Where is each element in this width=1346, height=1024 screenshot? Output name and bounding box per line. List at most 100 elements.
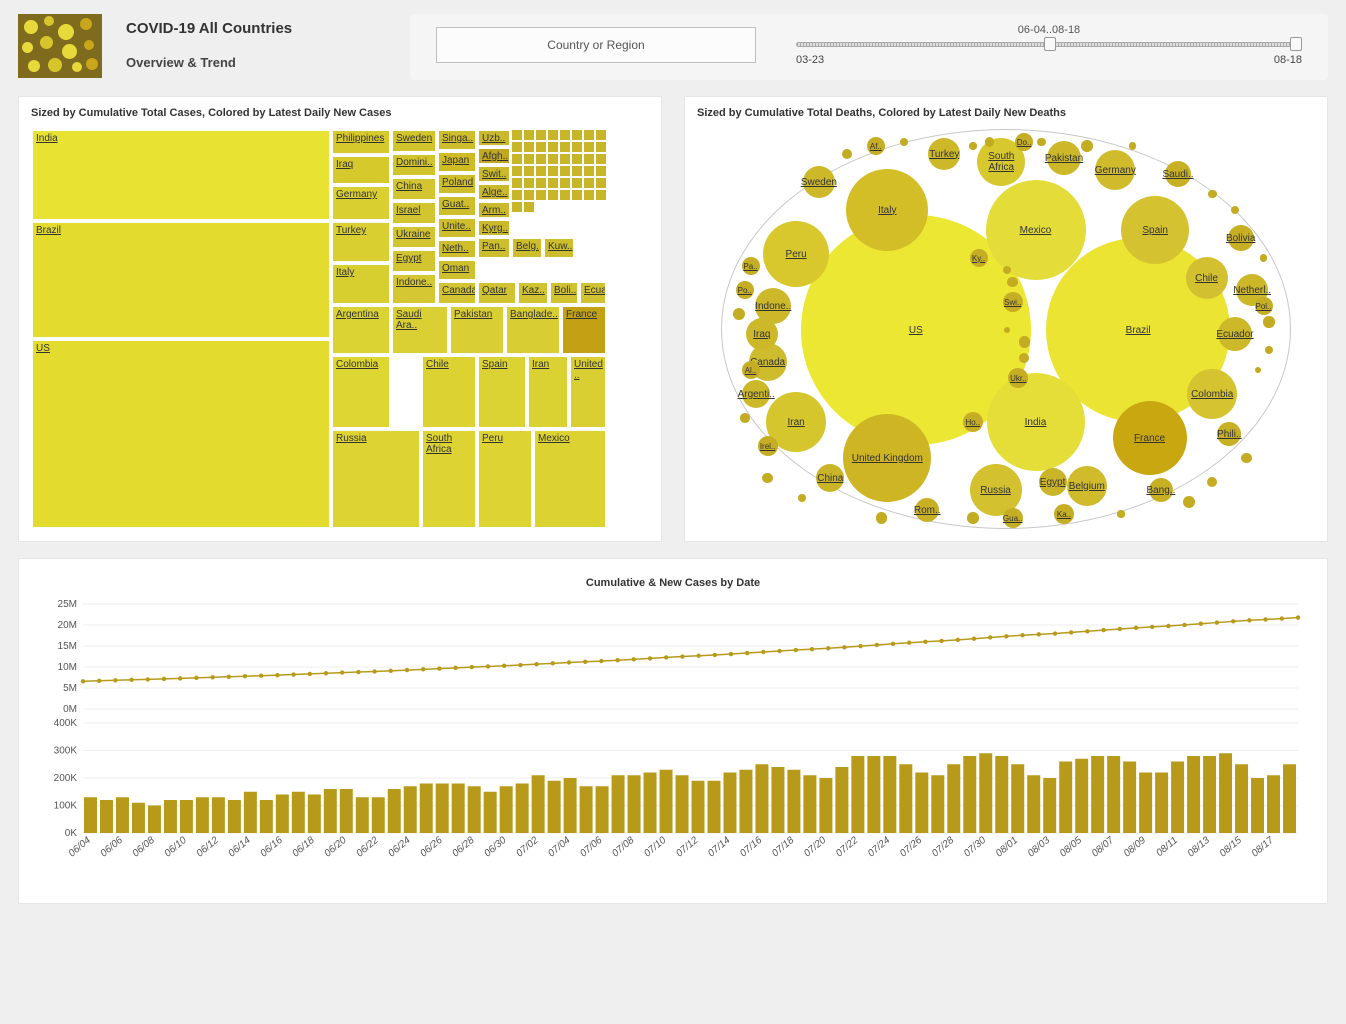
bubble-node-small[interactable]	[1260, 254, 1268, 262]
treemap-cell-small[interactable]	[571, 177, 583, 189]
treemap-cell-small[interactable]	[535, 129, 547, 141]
date-slider[interactable]: 06-04..08-18 03-23 08-18	[796, 24, 1302, 66]
bubble-node[interactable]: Ky..	[970, 249, 988, 267]
bubble-node[interactable]: Germany	[1095, 150, 1135, 190]
bubble-node-small[interactable]	[1019, 336, 1030, 347]
bubble-node[interactable]: Gua..	[1003, 508, 1023, 528]
treemap-cell-small[interactable]	[571, 141, 583, 153]
bubble-node[interactable]: France	[1113, 401, 1187, 475]
bubble-node-small[interactable]	[798, 494, 806, 502]
bubble-node[interactable]: Sweden	[803, 166, 835, 198]
treemap-cell[interactable]: Brazil	[31, 221, 331, 339]
treemap-cell[interactable]: Colombia	[331, 355, 391, 429]
treemap-cell-small[interactable]	[547, 141, 559, 153]
treemap-cell[interactable]: Arm..	[477, 201, 511, 219]
treemap-cell[interactable]: Egypt	[391, 249, 437, 273]
bubble-node-small[interactable]	[1007, 277, 1017, 287]
bubble-node[interactable]: Phili..	[1217, 422, 1241, 446]
treemap-cell-small[interactable]	[523, 165, 535, 177]
bubble-node-small[interactable]	[1207, 477, 1217, 487]
bubble-node-small[interactable]	[1183, 496, 1195, 508]
treemap-cell[interactable]: Kyrg..	[477, 219, 511, 237]
treemap-cell[interactable]: Unite..	[437, 217, 477, 239]
bubble-node[interactable]: Peru	[763, 221, 829, 287]
treemap-cell[interactable]: Swit..	[477, 165, 511, 183]
treemap-cell-small[interactable]	[547, 129, 559, 141]
treemap-cell[interactable]: South Africa	[421, 429, 477, 529]
treemap-cell[interactable]: Chile	[421, 355, 477, 429]
treemap-cell[interactable]: Ukraine	[391, 225, 437, 249]
treemap-cell[interactable]: Banglade..	[505, 305, 561, 355]
bubble-node-small[interactable]	[1019, 353, 1029, 363]
treemap-cell-small[interactable]	[571, 153, 583, 165]
treemap-cell-small[interactable]	[571, 189, 583, 201]
treemap-cell-small[interactable]	[559, 141, 571, 153]
bubble-node[interactable]: Irel..	[758, 436, 778, 456]
bubble-node-small[interactable]	[762, 473, 773, 484]
treemap-cell[interactable]: Afgh..	[477, 147, 511, 165]
treemap-cell[interactable]: Indone..	[391, 273, 437, 305]
treemap-cell-small[interactable]	[523, 141, 535, 153]
treemap-cell-small[interactable]	[523, 177, 535, 189]
bubble-node[interactable]: Rom..	[915, 498, 939, 522]
treemap-cell[interactable]: US	[31, 339, 331, 529]
bubble-node[interactable]: Ecuador	[1218, 317, 1252, 351]
treemap-cell-small[interactable]	[571, 165, 583, 177]
treemap-cell[interactable]: Peru	[477, 429, 533, 529]
treemap-cell[interactable]: Mexico	[533, 429, 607, 529]
treemap-cell[interactable]: Iraq	[331, 155, 391, 185]
treemap-cell[interactable]: Poland	[437, 173, 477, 195]
treemap-cell-small[interactable]	[535, 153, 547, 165]
bubble-node[interactable]: Argenti..	[742, 380, 770, 408]
slider-handle-start[interactable]	[1044, 37, 1056, 51]
bubble-node-small[interactable]	[1263, 316, 1274, 327]
treemap-cell[interactable]: Boli..	[549, 281, 579, 305]
treemap-cell[interactable]: Belg.	[511, 237, 543, 259]
treemap-cell[interactable]: Saudi Ara..	[391, 305, 449, 355]
bubble-node[interactable]: Pa..	[742, 257, 760, 275]
treemap-cell-small[interactable]	[583, 129, 595, 141]
treemap-cell[interactable]: Domini..	[391, 153, 437, 177]
bubble-node-small[interactable]	[1208, 190, 1217, 199]
treemap-cell-small[interactable]	[595, 165, 607, 177]
bubble-node-small[interactable]	[1231, 206, 1240, 215]
bubble-node[interactable]: Pakistan	[1047, 141, 1081, 175]
treemap-cell[interactable]: Italy	[331, 263, 391, 305]
bubble-node[interactable]: Belgium	[1067, 466, 1107, 506]
bubble-node[interactable]: Ho..	[963, 412, 983, 432]
treemap-cell[interactable]: Japan	[437, 151, 477, 173]
treemap-cell[interactable]: Spain	[477, 355, 527, 429]
bubble-node[interactable]: Italy	[846, 169, 928, 251]
treemap-cell-small[interactable]	[523, 153, 535, 165]
bubble-node[interactable]: Bolivia	[1228, 225, 1254, 251]
treemap-cell-small[interactable]	[583, 165, 595, 177]
treemap-cell[interactable]: Israel	[391, 201, 437, 225]
treemap-chart[interactable]: IndiaBrazilUSPhilippinesIraqGermanyTurke…	[31, 129, 607, 529]
bubble-node[interactable]: India	[987, 373, 1085, 471]
treemap-cell[interactable]: France	[561, 305, 607, 355]
bubble-node[interactable]: Mexico	[986, 180, 1086, 280]
bubble-node-small[interactable]	[967, 512, 979, 524]
treemap-cell[interactable]: Argentina	[331, 305, 391, 355]
bubble-node[interactable]: Spain	[1121, 196, 1189, 264]
bubble-node-small[interactable]	[1255, 367, 1261, 373]
treemap-cell-small[interactable]	[511, 189, 523, 201]
treemap-cell-small[interactable]	[523, 129, 535, 141]
treemap-cell-small[interactable]	[559, 177, 571, 189]
bubble-node[interactable]: Chile	[1186, 257, 1228, 299]
bubble-node[interactable]: Pol..	[1255, 297, 1273, 315]
bubble-node[interactable]: Saudi..	[1165, 161, 1191, 187]
treemap-cell-small[interactable]	[511, 201, 523, 213]
treemap-cell-small[interactable]	[583, 141, 595, 153]
treemap-cell-small[interactable]	[559, 189, 571, 201]
bubble-node-small[interactable]	[740, 413, 750, 423]
treemap-cell[interactable]: Canada	[437, 281, 477, 305]
treemap-cell-small[interactable]	[595, 177, 607, 189]
treemap-cell[interactable]: India	[31, 129, 331, 221]
bubble-node-small[interactable]	[969, 142, 977, 150]
bubble-node[interactable]: Af..	[867, 137, 885, 155]
bubble-node[interactable]: Bang..	[1149, 478, 1173, 502]
bubble-node-small[interactable]	[900, 138, 908, 146]
bubble-node[interactable]: Ka..	[1054, 504, 1074, 524]
bubble-node[interactable]: Do..	[1015, 133, 1033, 151]
